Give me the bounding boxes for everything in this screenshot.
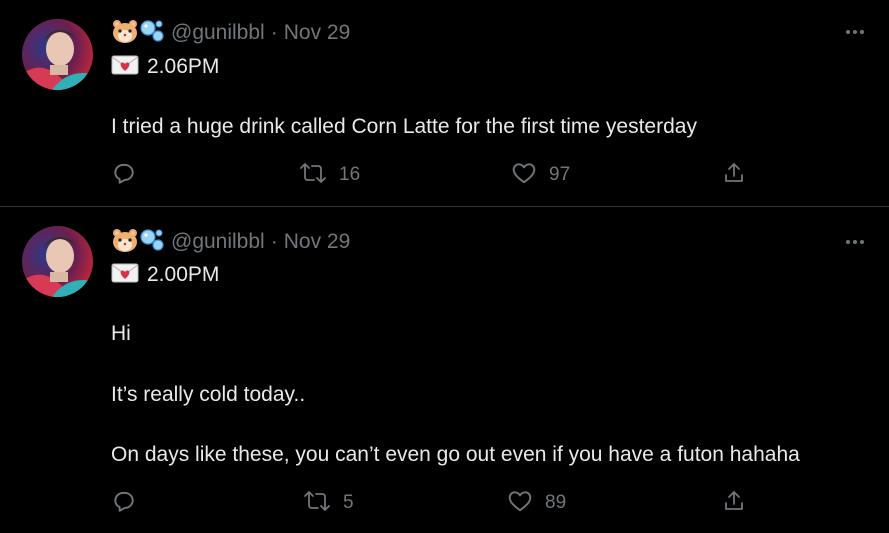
reply-icon xyxy=(111,488,137,519)
tweet-text: I tried a huge drink called Corn Latte f… xyxy=(111,115,697,138)
posted-time-text: 2.00PM xyxy=(147,263,220,286)
meta-separator: · xyxy=(270,230,278,253)
more-icon[interactable] xyxy=(843,20,867,44)
tweet-header: @gunilbbl · Nov 29 xyxy=(111,18,350,48)
envelope-heart-icon xyxy=(111,54,139,81)
tweet-text-line: It’s really cold today.. xyxy=(111,383,306,406)
retweet-icon xyxy=(299,160,327,191)
share-icon xyxy=(722,488,746,519)
tweet[interactable]: @gunilbbl · Nov 29 2.00PM Hi It’s really c… xyxy=(0,208,889,533)
like-button[interactable]: 89 xyxy=(507,490,566,516)
share-button[interactable] xyxy=(722,162,746,188)
share-icon xyxy=(722,160,746,191)
more-icon[interactable] xyxy=(843,230,867,254)
avatar[interactable] xyxy=(22,19,93,90)
reply-button[interactable] xyxy=(111,490,137,516)
tweet-text-line: On days like these, you can’t even go ou… xyxy=(111,443,800,466)
avatar[interactable] xyxy=(22,226,93,297)
hamster-icon xyxy=(111,18,139,49)
tweet-header: @gunilbbl · Nov 29 xyxy=(111,227,350,257)
posted-time-text: 2.06PM xyxy=(147,55,220,78)
retweet-button[interactable]: 5 xyxy=(303,490,354,516)
envelope-heart-icon xyxy=(111,262,139,289)
action-bar: 16 97 xyxy=(111,162,889,188)
share-button[interactable] xyxy=(722,490,746,516)
tweet-meta: @gunilbbl · Nov 29 xyxy=(171,230,350,254)
like-count: 89 xyxy=(545,492,567,513)
retweet-icon xyxy=(303,488,331,519)
retweet-count: 5 xyxy=(343,492,354,513)
handle[interactable]: @gunilbbl xyxy=(171,230,265,253)
like-button[interactable]: 97 xyxy=(511,162,570,188)
meta-separator: · xyxy=(270,21,278,44)
handle[interactable]: @gunilbbl xyxy=(171,21,265,44)
bubbles-icon xyxy=(139,18,165,49)
like-icon xyxy=(507,488,533,519)
reply-icon xyxy=(111,160,137,191)
time-line: 2.06PM xyxy=(111,52,219,82)
like-icon xyxy=(511,160,537,191)
like-count: 97 xyxy=(549,164,571,185)
retweet-button[interactable]: 16 xyxy=(299,162,360,188)
tweet-meta: @gunilbbl · Nov 29 xyxy=(171,21,350,45)
time-line: 2.00PM xyxy=(111,260,219,290)
timestamp[interactable]: Nov 29 xyxy=(284,21,351,44)
timestamp[interactable]: Nov 29 xyxy=(284,230,351,253)
reply-button[interactable] xyxy=(111,162,137,188)
retweet-count: 16 xyxy=(339,164,361,185)
tweet-text-line: Hi xyxy=(111,322,131,345)
tweet[interactable]: @gunilbbl · Nov 29 2.06PM I tried a huge d… xyxy=(0,0,889,207)
bubbles-icon xyxy=(139,227,165,258)
hamster-icon xyxy=(111,227,139,258)
action-bar: 5 89 xyxy=(111,490,889,516)
